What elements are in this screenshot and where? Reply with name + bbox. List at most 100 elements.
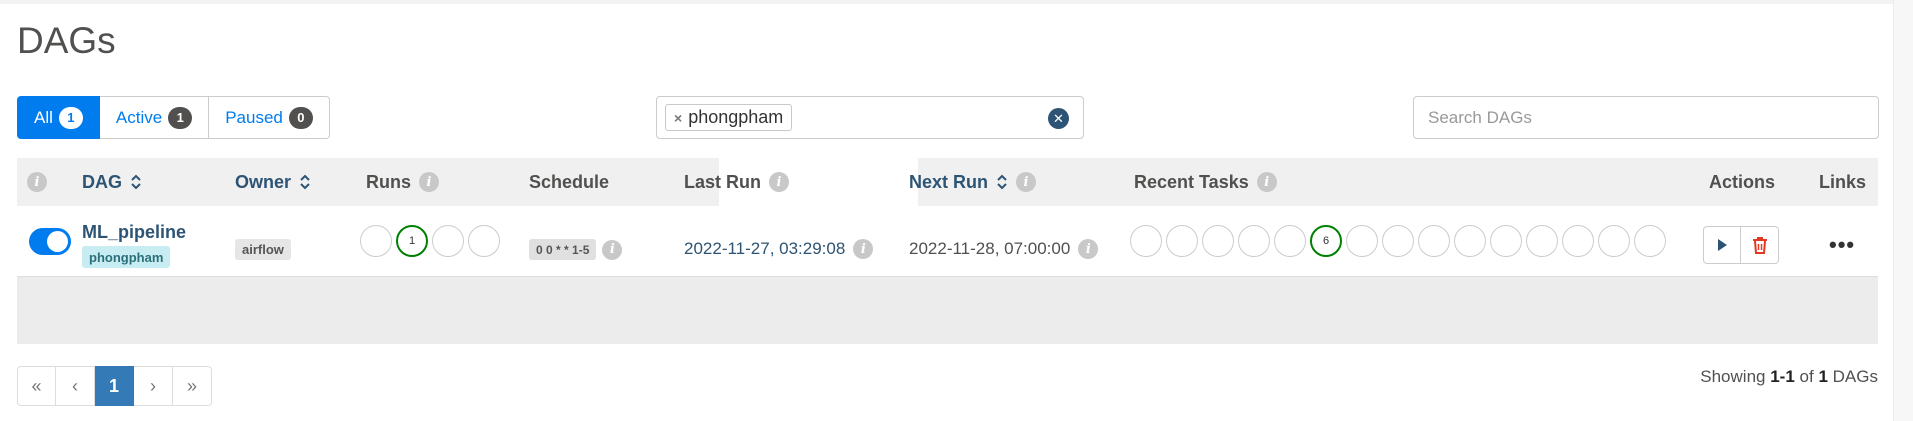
filter-all-count: 1 [58,106,83,129]
task-status-circle[interactable]: 6 [1310,225,1342,257]
prev-page-button[interactable]: ‹ [56,366,95,406]
remove-tag-icon[interactable]: × [674,110,682,126]
next-run-value: 2022-11-28, 07:00:00 [909,239,1071,258]
task-status-circle[interactable] [1166,225,1198,257]
dags-table: i DAG Owner Runs i Schedule Last Run i N… [17,158,1878,344]
run-status-circle[interactable] [360,225,392,257]
tag-filter-input[interactable]: × phongpham ✕ [656,96,1084,139]
delete-dag-button[interactable] [1741,226,1779,264]
info-icon[interactable]: i [1078,239,1099,259]
run-status-circle[interactable]: 1 [396,225,428,257]
current-page-button[interactable]: 1 [95,366,134,406]
runs-header-label: Runs [366,171,411,192]
filter-paused-count: 0 [288,106,313,129]
task-status-circle[interactable] [1598,225,1630,257]
filter-paused-button[interactable]: Paused 0 [209,96,330,139]
status-filter-group: All 1 Active 1 Paused 0 [17,96,330,139]
toggle-column-header: i [27,158,47,206]
trigger-dag-button[interactable] [1703,226,1741,264]
first-page-button[interactable]: « [17,366,56,406]
filter-paused-label: Paused [225,107,283,127]
links-column-header: Links [1819,158,1866,206]
task-status-circle[interactable] [1562,225,1594,257]
schedule-header-label: Schedule [529,171,610,192]
task-status-circle[interactable] [1382,225,1414,257]
info-icon[interactable]: i [27,172,47,192]
dag-tag-badge[interactable]: phongpham [82,246,171,268]
dag-header-label: DAG [82,171,122,192]
play-icon [1718,239,1727,251]
tag-filter-chip-label: phongpham [688,107,784,127]
filter-all-button[interactable]: All 1 [17,96,100,139]
recent-tasks-circles: 6 [1130,225,1666,257]
owner-badge[interactable]: airflow [235,239,291,260]
showing-total: 1 [1818,367,1828,386]
recent-tasks-column-header: Recent Tasks i [1134,158,1277,206]
page-title: DAGs [17,20,116,61]
owner-header-label: Owner [235,171,292,192]
info-icon[interactable]: i [1256,172,1277,192]
dag-pause-toggle[interactable] [29,228,71,255]
next-page-button[interactable]: › [134,366,173,406]
info-icon[interactable]: i [1016,172,1037,192]
showing-summary: Showing 1-1 of 1 DAGs [1700,367,1878,387]
next-run-column-header[interactable]: Next Run i [909,158,1037,206]
actions-group [1703,226,1779,264]
last-run-link[interactable]: 2022-11-27, 03:29:08 [684,239,845,259]
page-scrollbar[interactable] [1893,0,1913,421]
task-status-circle[interactable] [1634,225,1666,257]
run-status-circle[interactable] [432,225,464,257]
last-run-column-header: Last Run i [684,158,790,206]
table-header: i DAG Owner Runs i Schedule Last Run i N… [17,158,1878,206]
sort-icon [130,173,142,191]
schedule-badge: 0 0 * * 1-5 [529,239,597,260]
actions-column-header: Actions [1709,158,1775,206]
trash-icon [1752,237,1767,254]
showing-range: 1-1 [1770,367,1795,386]
table-row: ML_pipeline phongpham airflow 1 0 0 * * … [17,206,1878,276]
task-status-circle[interactable] [1130,225,1162,257]
task-status-circle[interactable] [1274,225,1306,257]
links-menu-icon[interactable]: ••• [1829,232,1855,258]
info-icon[interactable]: i [419,172,439,192]
top-border [0,0,1913,4]
task-status-circle[interactable] [1202,225,1234,257]
actions-header-label: Actions [1709,171,1776,192]
clear-tags-icon[interactable]: ✕ [1048,108,1069,129]
filter-active-label: Active [115,107,163,127]
dag-column-header[interactable]: DAG [82,158,142,206]
owner-column-header[interactable]: Owner [235,158,311,206]
pagination: « ‹ 1 › » [17,366,212,406]
last-page-button[interactable]: » [173,366,212,406]
next-run-cell: 2022-11-28, 07:00:00 i [909,239,1099,259]
info-icon[interactable]: i [853,239,874,259]
info-icon[interactable]: i [769,172,790,192]
tag-filter-chip: × phongpham [665,104,793,131]
filter-all-label: All [34,107,53,127]
search-dags-input[interactable] [1413,96,1879,139]
toggle-knob [47,231,68,252]
task-status-circle[interactable] [1346,225,1378,257]
runs-column-header: Runs i [366,158,439,206]
showing-prefix: Showing [1700,367,1766,386]
links-header-label: Links [1819,171,1867,192]
task-status-circle[interactable] [1454,225,1486,257]
filter-active-count: 1 [168,106,193,129]
info-icon[interactable]: i [602,239,623,260]
showing-of: of [1799,367,1814,386]
sort-icon [299,173,311,191]
task-status-circle[interactable] [1418,225,1450,257]
sort-icon [996,173,1008,191]
next-run-header-label: Next Run [909,171,989,192]
run-status-circle[interactable] [468,225,500,257]
recent-tasks-header-label: Recent Tasks [1134,171,1249,192]
dag-id-link[interactable]: ML_pipeline [82,222,186,243]
task-status-circle[interactable] [1526,225,1558,257]
table-empty-area [17,276,1878,344]
task-status-circle[interactable] [1238,225,1270,257]
showing-suffix: DAGs [1832,367,1878,386]
schedule-cell: 0 0 * * 1-5 i [529,239,623,260]
filter-active-button[interactable]: Active 1 [99,96,210,139]
task-status-circle[interactable] [1490,225,1522,257]
dag-runs-circles: 1 [360,225,500,257]
